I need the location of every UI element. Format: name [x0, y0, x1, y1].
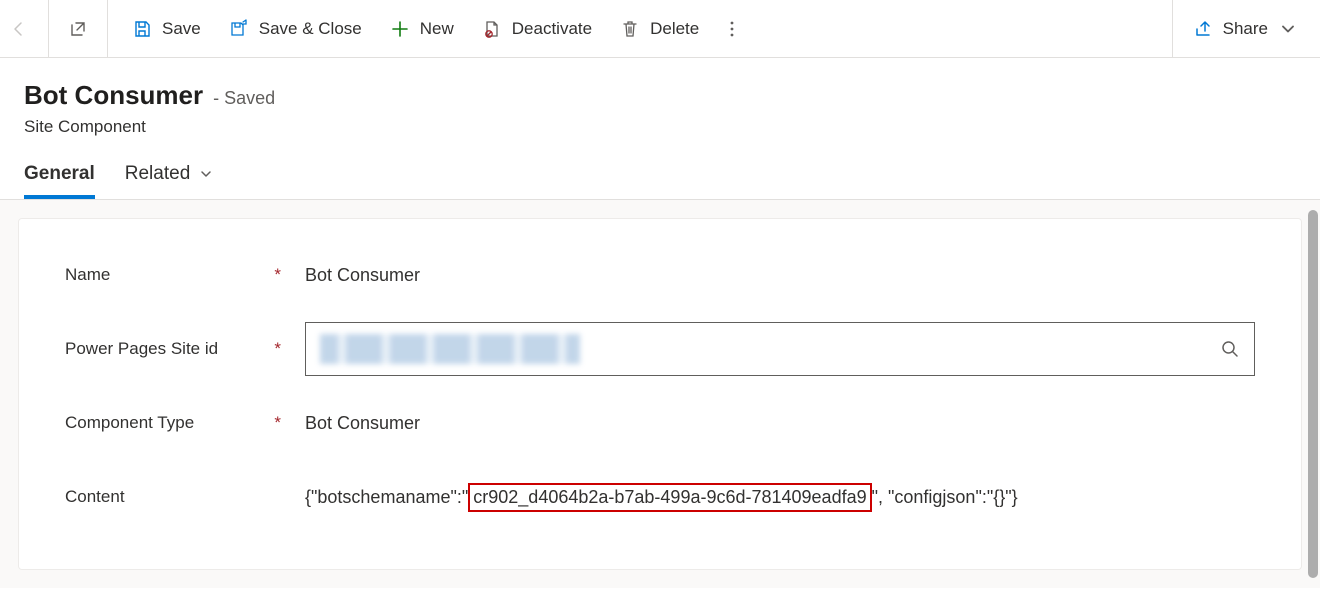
field-component-type: Component Type * Bot Consumer — [65, 395, 1255, 451]
value-name[interactable]: Bot Consumer — [305, 265, 1255, 286]
saved-tag: - Saved — [213, 88, 275, 109]
content-prefix: {"botschemaname":" — [305, 487, 468, 508]
popout-button[interactable] — [59, 0, 97, 57]
label-content: Content — [65, 487, 305, 507]
label-component-type: Component Type * — [65, 413, 305, 433]
label-site-id-text: Power Pages Site id — [65, 339, 218, 359]
delete-label: Delete — [650, 19, 699, 39]
save-label: Save — [162, 19, 201, 39]
required-indicator: * — [274, 413, 281, 433]
command-bar-left: Save Save & Close New Deactivate Delete — [0, 0, 751, 57]
form-shell: Name * Bot Consumer Power Pages Site id … — [0, 200, 1320, 588]
page-header: Bot Consumer - Saved Site Component — [0, 58, 1320, 149]
tab-related[interactable]: Related — [125, 163, 215, 199]
plus-icon — [390, 19, 410, 39]
command-bar-right: Share — [1172, 0, 1312, 57]
back-button[interactable] — [0, 0, 38, 57]
tab-general[interactable]: General — [24, 163, 95, 199]
divider — [107, 0, 108, 57]
label-name-text: Name — [65, 265, 110, 285]
content-highlighted: cr902_d4064b2a-b7ab-499a-9c6d-781409eadf… — [468, 483, 871, 512]
label-name: Name * — [65, 265, 305, 285]
save-close-label: Save & Close — [259, 19, 362, 39]
share-label: Share — [1223, 19, 1268, 39]
delete-button[interactable]: Delete — [606, 0, 713, 57]
popout-icon — [68, 19, 88, 39]
value-content[interactable]: {"botschemaname":"cr902_d4064b2a-b7ab-49… — [305, 483, 1255, 512]
value-name-text: Bot Consumer — [305, 265, 420, 285]
arrow-left-icon — [9, 19, 29, 39]
value-site-id — [305, 322, 1255, 376]
entity-name: Site Component — [24, 117, 1296, 137]
form-card: Name * Bot Consumer Power Pages Site id … — [18, 218, 1302, 570]
deactivate-label: Deactivate — [512, 19, 592, 39]
scrollbar[interactable] — [1308, 210, 1318, 578]
save-button[interactable]: Save — [118, 0, 215, 57]
share-button[interactable]: Share — [1179, 0, 1312, 57]
chevron-down-icon — [198, 166, 214, 182]
deactivate-button[interactable]: Deactivate — [468, 0, 606, 57]
new-button[interactable]: New — [376, 0, 468, 57]
redacted-value — [320, 334, 580, 364]
divider — [48, 0, 49, 57]
content-suffix: ", "configjson":"{}"} — [872, 487, 1018, 508]
tab-related-label: Related — [125, 163, 191, 185]
save-icon — [132, 19, 152, 39]
trash-icon — [620, 19, 640, 39]
deactivate-icon — [482, 19, 502, 39]
command-bar: Save Save & Close New Deactivate Delete … — [0, 0, 1320, 58]
save-close-icon — [229, 19, 249, 39]
title-row: Bot Consumer - Saved — [24, 80, 1296, 111]
field-site-id: Power Pages Site id * — [65, 321, 1255, 377]
tab-general-label: General — [24, 163, 95, 185]
record-title: Bot Consumer — [24, 80, 203, 111]
field-name: Name * Bot Consumer — [65, 247, 1255, 303]
label-site-id: Power Pages Site id * — [65, 339, 305, 359]
search-icon[interactable] — [1220, 339, 1240, 359]
label-content-text: Content — [65, 487, 125, 507]
required-indicator: * — [274, 265, 281, 285]
chevron-down-icon — [1278, 19, 1298, 39]
required-indicator: * — [274, 339, 281, 359]
value-component-type-text: Bot Consumer — [305, 413, 420, 433]
lookup-input[interactable] — [305, 322, 1255, 376]
new-label: New — [420, 19, 454, 39]
more-vertical-icon — [722, 19, 742, 39]
overflow-button[interactable] — [713, 0, 751, 57]
tabs: General Related — [0, 149, 1320, 200]
save-close-button[interactable]: Save & Close — [215, 0, 376, 57]
label-component-type-text: Component Type — [65, 413, 194, 433]
share-icon — [1193, 19, 1213, 39]
field-content: Content {"botschemaname":"cr902_d4064b2a… — [65, 469, 1255, 525]
value-component-type[interactable]: Bot Consumer — [305, 413, 1255, 434]
